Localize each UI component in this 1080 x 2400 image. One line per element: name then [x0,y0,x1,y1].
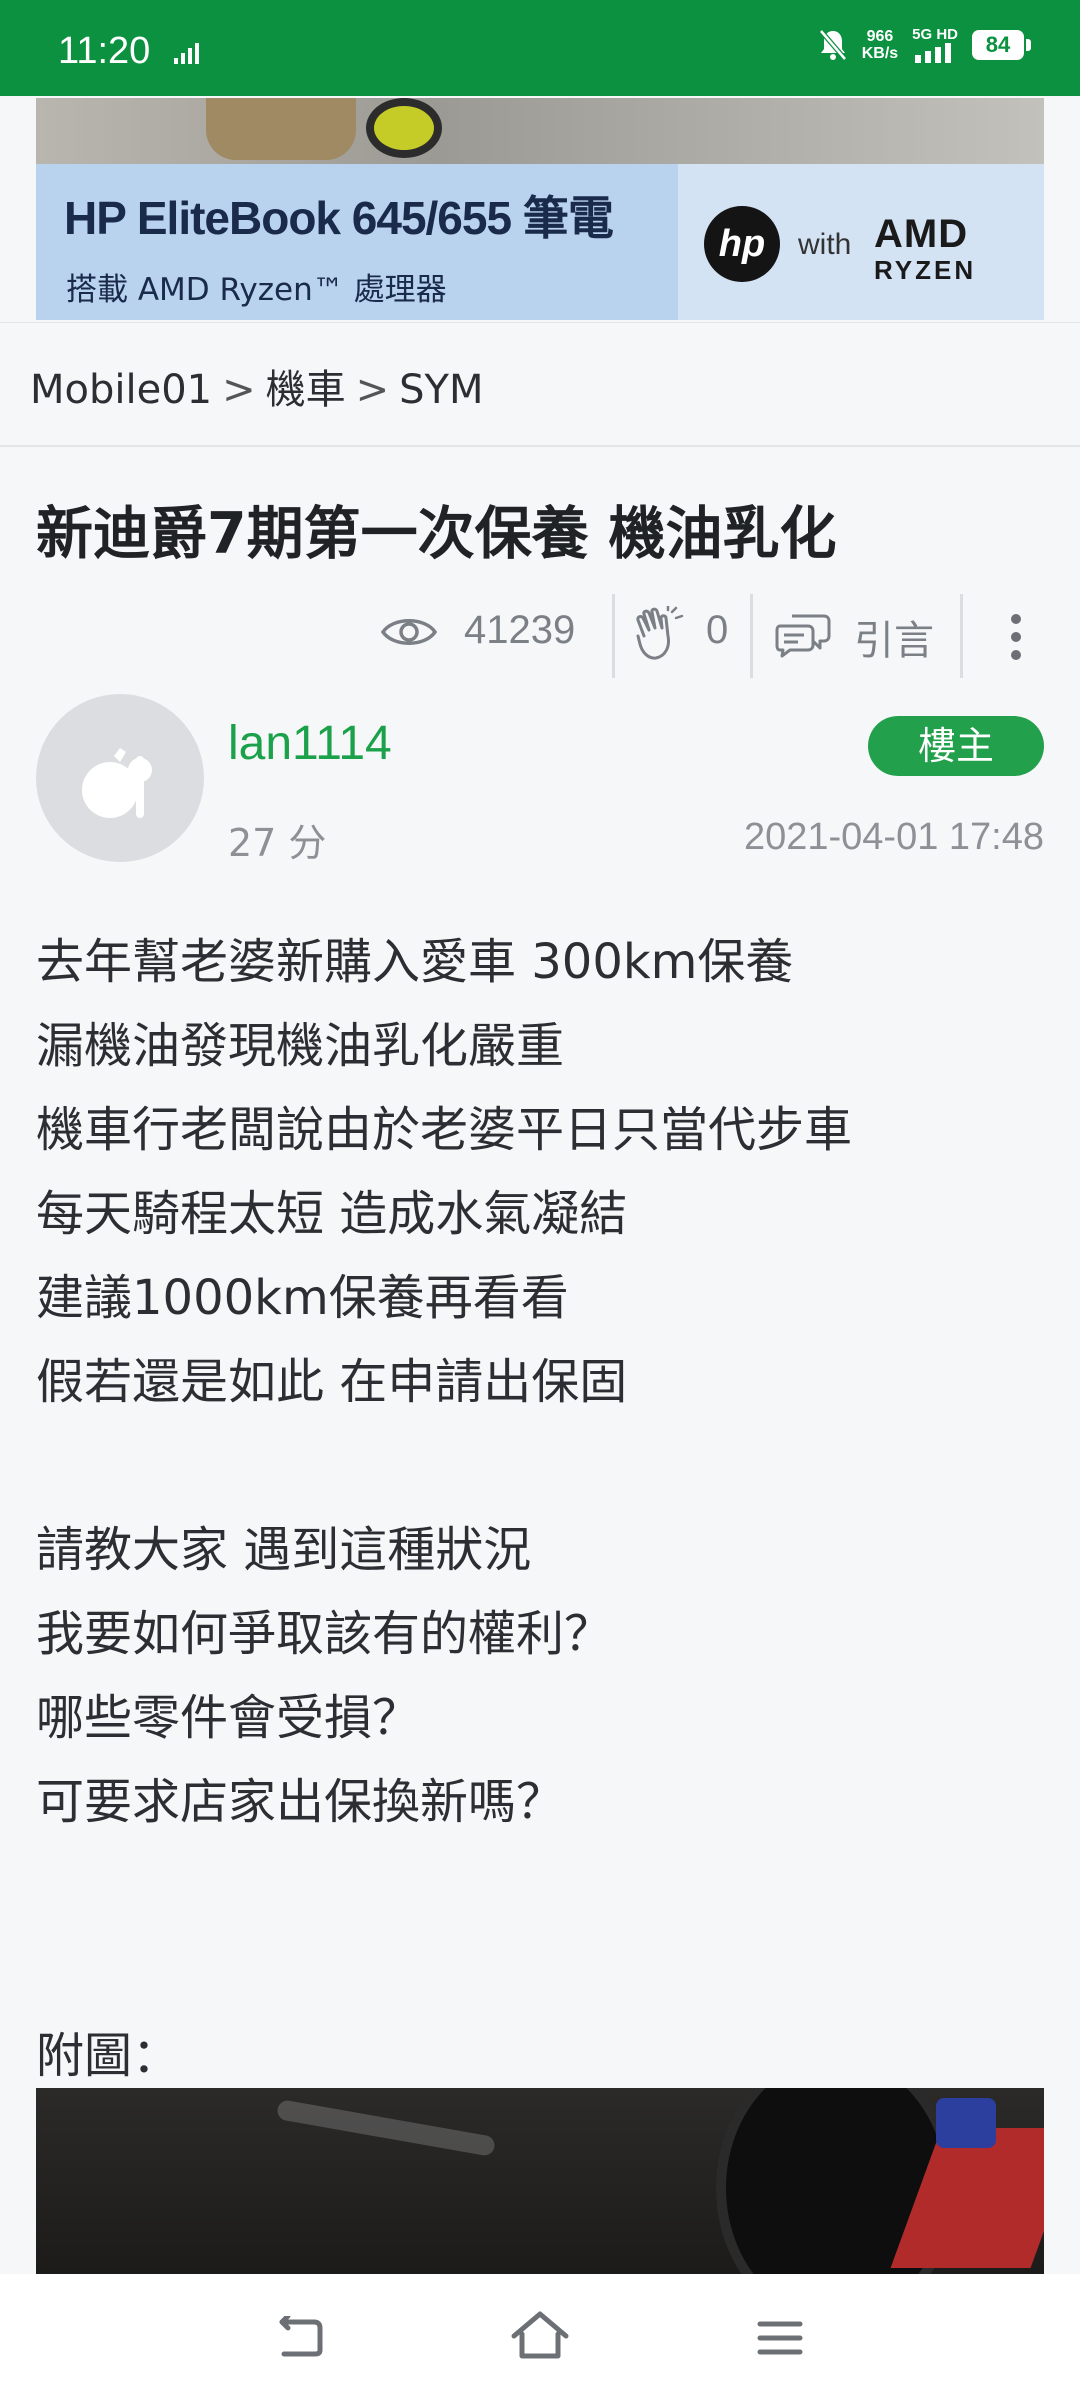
stats-divider [750,594,753,678]
ad-banner[interactable]: HP EliteBook 645/655 筆電 搭載 AMD Ryzen™ 處理… [36,98,1044,320]
system-nav-bar [0,2274,1080,2400]
network-label: 5G HD [912,26,958,43]
post-line: 請教大家 遇到這種狀況 [36,1522,532,1578]
mute-bell-icon [818,28,847,61]
post-line: 去年幫老婆新購入愛車 300km保養 [36,934,794,990]
ad-photo-wheel [366,98,442,158]
menu-icon[interactable] [756,2318,804,2358]
more-options-icon[interactable] [1008,614,1024,666]
quote-icon[interactable] [774,610,832,658]
network-speed: 966 KB/s [862,28,898,62]
status-time: 11:20 [58,30,151,72]
attachment-label: 附圖： [36,2028,181,2084]
post-line: 假若還是如此 在申請出保固 [36,1354,628,1410]
avatar[interactable] [36,694,204,862]
view-count: 41239 [464,608,576,652]
amd-logo-text: AMD [874,212,969,256]
net-speed-unit: KB/s [861,44,899,62]
ad-title: HP EliteBook 645/655 筆電 [64,192,614,244]
post-body: 去年幫老婆新購入愛車 300km保養 漏機油發現機油乳化嚴重 機車行老闆說由於老… [36,920,1046,1844]
post-title: 新迪爵7期第一次保養 機油乳化 [36,501,837,567]
stats-divider [960,594,963,678]
post-line: 建議1000km保養再看看 [36,1270,569,1326]
clap-icon[interactable] [634,606,686,662]
image-highlight [275,2099,497,2157]
ad-with-text: with [798,228,852,261]
op-badge: 樓主 [868,716,1044,776]
default-avatar-icon [82,748,152,818]
status-icons: 966 KB/s 5G HD 84 [818,26,1031,63]
author-name[interactable]: lan1114 [228,716,392,771]
ryzen-logo-text: RYZEN [874,255,977,285]
post-line: 機車行老闆說由於老婆平日只當代步車 [36,1102,853,1158]
post-stats: 41239 0 引言 [380,594,1070,678]
status-bar: 11:20 966 KB/s 5G HD 84 [0,0,1080,96]
cell-signal-icon [915,43,952,63]
network-type: 5G HD [912,26,958,63]
breadcrumb-sym[interactable]: SYM [399,367,483,413]
stats-divider [612,594,615,678]
like-count: 0 [706,608,729,652]
post-line [36,1424,1046,1508]
post-line: 我要如何爭取該有的權利？ [36,1606,613,1662]
breadcrumb: Mobile01 > 機車 > SYM [30,357,483,415]
author-score: 27 分 [228,821,327,865]
ad-photo-bag [206,98,356,160]
home-icon[interactable] [510,2310,570,2362]
post-line: 可要求店家出保換新嗎？ [36,1774,565,1830]
breadcrumb-motorcycle[interactable]: 機車 [266,367,346,413]
post-line: 漏機油發現機油乳化嚴重 [36,1018,565,1074]
post-line: 哪些零件會受損？ [36,1690,421,1746]
attachment-image[interactable] [36,2088,1044,2274]
image-blue-part [936,2098,996,2148]
ad-text-panel: HP EliteBook 645/655 筆電 搭載 AMD Ryzen™ 處理… [36,164,678,320]
breadcrumb-mobile01[interactable]: Mobile01 [30,367,212,413]
hp-logo: hp [704,206,780,282]
back-icon[interactable] [274,2316,326,2360]
eye-icon [380,619,438,645]
breadcrumb-bar: Mobile01 > 機車 > SYM [0,322,1080,447]
post-datetime: 2021-04-01 17:48 [743,816,1044,858]
post-line: 每天騎程太短 造成水氣凝結 [36,1186,628,1242]
signal-icon [174,43,199,64]
ad-logo-panel: hp with AMD RYZEN [678,164,1044,320]
quote-label[interactable]: 引言 [854,608,934,666]
breadcrumb-separator: > [355,367,390,413]
ad-subtitle: 搭載 AMD Ryzen™ 處理器 [66,272,447,308]
amd-ryzen-logo: AMD RYZEN [874,212,976,286]
ad-photo [36,98,1044,164]
battery-icon: 84 [972,29,1031,60]
breadcrumb-separator: > [222,367,256,413]
net-speed-value: 966 [866,27,894,45]
